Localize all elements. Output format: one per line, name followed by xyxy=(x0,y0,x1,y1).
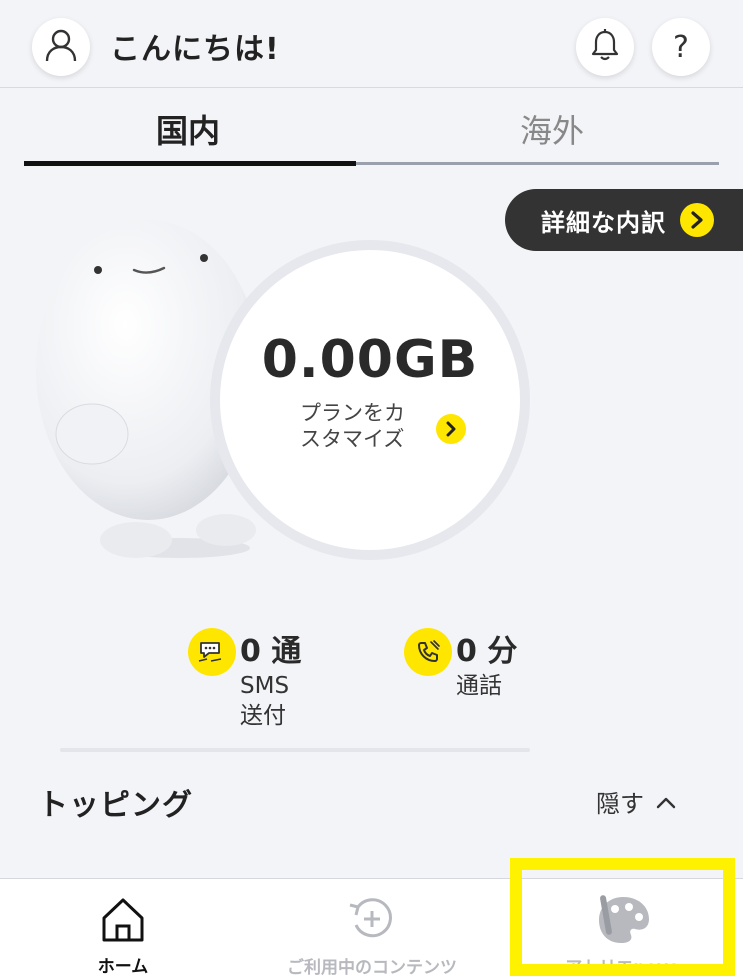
customize-plan-link[interactable]: プランをカ スタマイズ xyxy=(300,400,430,453)
tab-overseas[interactable]: 海外 xyxy=(452,106,652,152)
topping-hide-label: 隠す xyxy=(596,790,644,818)
data-amount: 0.00GB xyxy=(261,330,479,390)
notification-button[interactable] xyxy=(576,18,634,76)
section-divider xyxy=(60,748,530,752)
help-icon: ? xyxy=(673,29,689,65)
customize-plan-line2: スタマイズ xyxy=(300,427,405,452)
sms-label: SMS 送付 xyxy=(240,672,289,732)
bell-icon xyxy=(589,28,621,66)
breakdown-button[interactable]: 詳細な内訳 xyxy=(505,189,743,251)
chevron-up-icon xyxy=(656,788,676,816)
home-icon xyxy=(98,891,148,946)
chevron-right-icon xyxy=(680,203,714,237)
sms-label-line2: 送付 xyxy=(240,702,286,729)
tab-active-indicator xyxy=(24,161,356,166)
refresh-plus-icon xyxy=(344,891,400,947)
help-button[interactable]: ? xyxy=(652,18,710,76)
sms-count: 0 通 xyxy=(240,634,302,669)
chat-bubble-icon xyxy=(188,628,236,676)
data-usage-card[interactable]: 0.00GB プランをカ スタマイズ xyxy=(210,240,530,560)
sms-label-line1: SMS xyxy=(240,673,290,699)
topping-title: トッピング xyxy=(38,788,193,823)
app-header: こんにちは! ? xyxy=(0,0,743,88)
call-label: 通話 xyxy=(456,673,502,699)
phone-icon xyxy=(404,628,452,676)
topping-hide-toggle[interactable]: 隠す xyxy=(596,784,676,819)
greeting-text: こんにちは! xyxy=(110,32,280,67)
highlight-box xyxy=(510,858,735,976)
tab-domestic[interactable]: 国内 xyxy=(88,106,288,152)
nav-home-label: ホーム xyxy=(97,957,149,976)
breakdown-label: 詳細な内訳 xyxy=(541,208,666,237)
profile-button[interactable] xyxy=(32,18,90,76)
nav-home[interactable]: ホーム xyxy=(48,879,198,976)
customize-plan-line1: プランをカ xyxy=(300,401,405,425)
nav-contents[interactable]: ご利用中のコンテンツ xyxy=(262,879,482,976)
call-minutes: 0 分 xyxy=(456,634,518,669)
nav-contents-label: ご利用中のコンテンツ xyxy=(287,958,457,976)
user-icon xyxy=(44,27,78,67)
chevron-right-icon[interactable] xyxy=(436,414,466,444)
